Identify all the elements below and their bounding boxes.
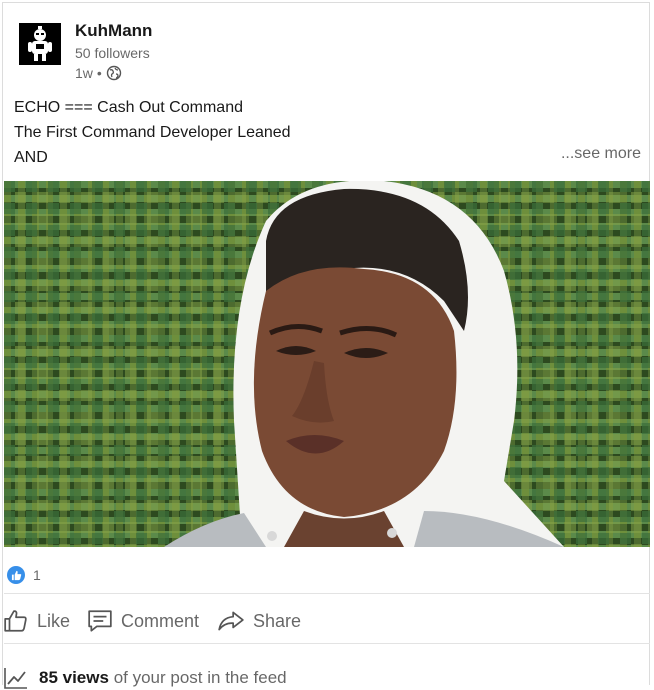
post-meta: 1w •	[75, 65, 122, 81]
post-text-line: AND	[14, 149, 48, 166]
post-text-line: The First Command Developer Leaned	[14, 124, 291, 141]
views-suffix: of your post in the feed	[113, 668, 287, 687]
post-text-line: ECHO === Cash Out Command	[14, 99, 243, 116]
chart-line-icon	[4, 668, 27, 689]
robot-figure-icon	[19, 23, 61, 65]
divider	[4, 593, 650, 594]
meta-separator: •	[96, 65, 102, 81]
divider	[4, 643, 650, 644]
follower-count: 50 followers	[75, 45, 150, 61]
post-time: 1w	[75, 65, 93, 81]
thumbs-up-outline-icon	[4, 610, 27, 632]
feed-post-card: KuhMann 50 followers 1w • ECHO === Cash …	[2, 2, 650, 689]
comment-button[interactable]: Comment	[87, 601, 199, 641]
portrait-photo	[4, 181, 650, 547]
reaction-count: 1	[33, 567, 41, 583]
globe-icon	[106, 65, 122, 81]
like-button[interactable]: Like	[3, 601, 70, 641]
share-arrow-icon	[218, 611, 244, 631]
views-count: 85 views	[39, 668, 109, 687]
thumbs-up-icon	[7, 566, 25, 584]
comment-label: Comment	[121, 610, 200, 631]
like-label: Like	[37, 610, 71, 631]
author-name[interactable]: KuhMann	[75, 21, 152, 41]
see-more-link[interactable]: ...see more	[561, 145, 641, 163]
post-text: ECHO === Cash Out Command The First Comm…	[14, 95, 634, 170]
views-text: 85 views of your post in the feed	[39, 668, 287, 688]
reactions-summary[interactable]: 1	[7, 564, 41, 586]
comment-icon	[88, 610, 112, 632]
post-image[interactable]	[4, 181, 650, 547]
share-label: Share	[253, 610, 302, 631]
share-button[interactable]: Share	[217, 601, 301, 641]
post-analytics[interactable]: 85 views of your post in the feed	[3, 666, 287, 690]
author-avatar[interactable]	[19, 23, 61, 65]
